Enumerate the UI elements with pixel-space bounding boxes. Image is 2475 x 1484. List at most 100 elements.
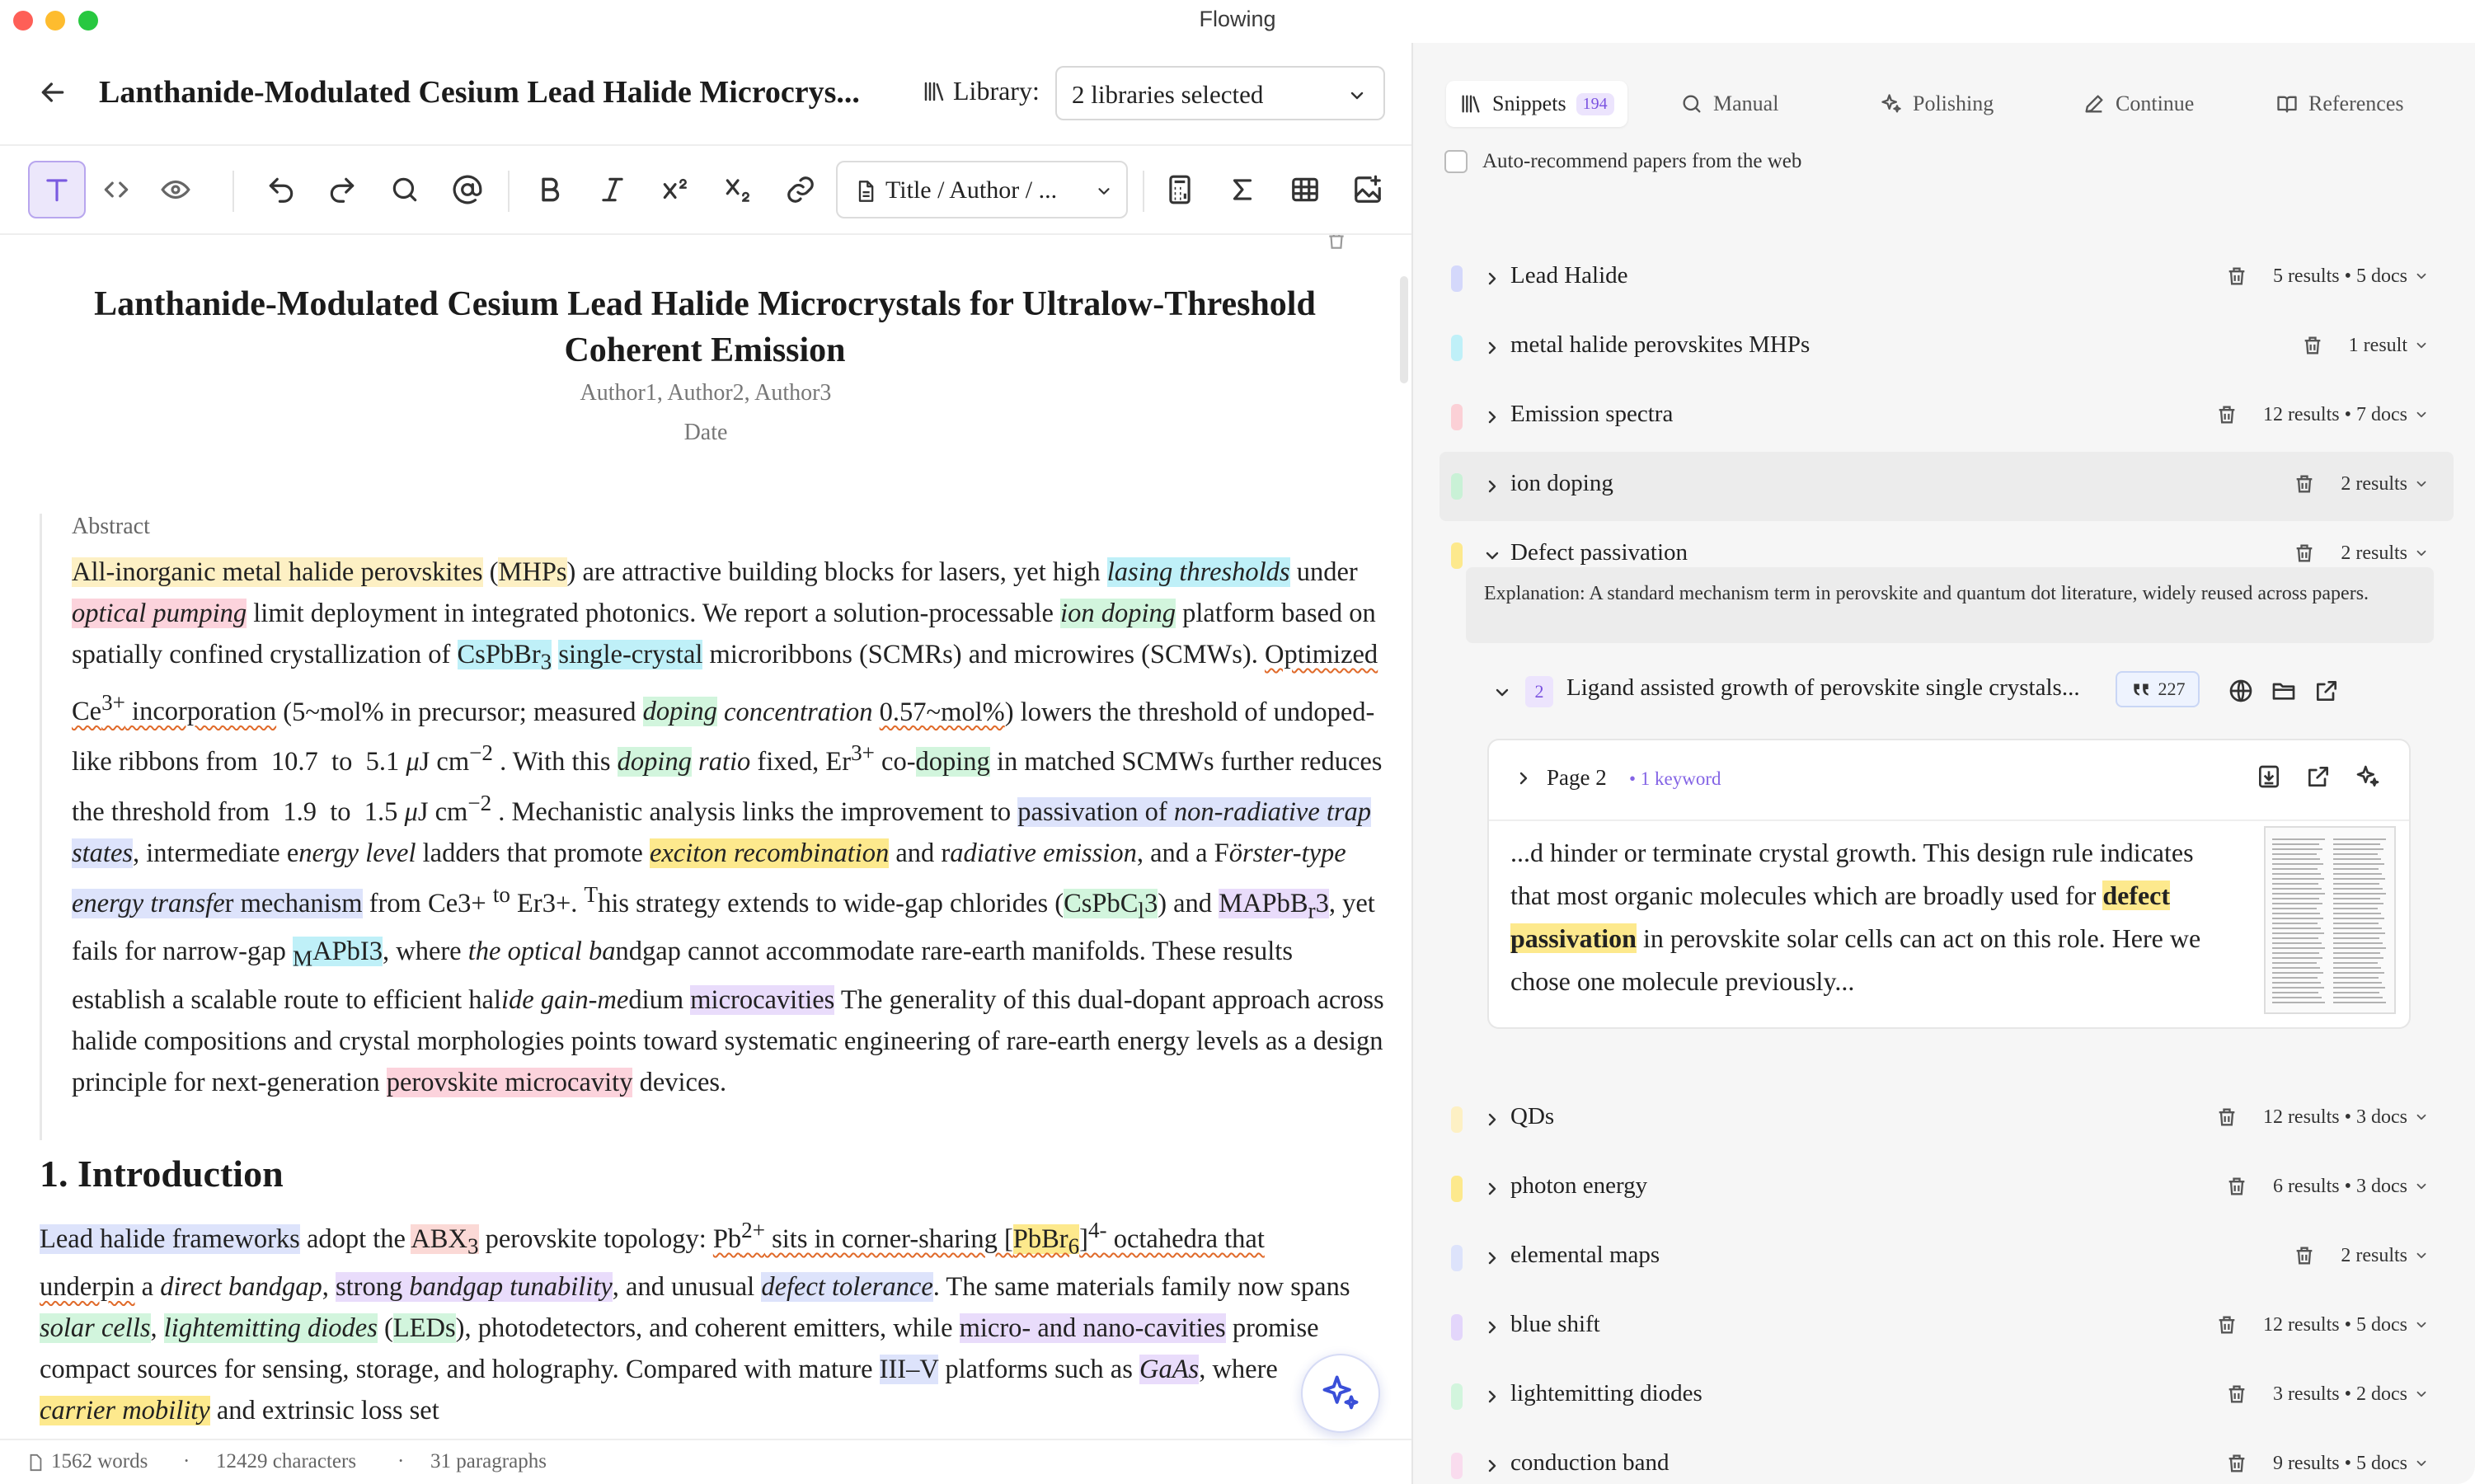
bold-button[interactable]	[521, 161, 579, 218]
mention-button[interactable]	[439, 161, 496, 218]
chevron-right-icon[interactable]	[1482, 1387, 1502, 1407]
link-button[interactable]	[772, 161, 829, 218]
auto-recommend-option[interactable]: Auto-recommend papers from the web	[1444, 150, 1801, 173]
keyword-meta[interactable]: 2 results	[2293, 542, 2429, 565]
keyword-meta[interactable]: 5 results • 5 docs	[2225, 265, 2429, 288]
chevron-right-icon[interactable]	[1482, 1179, 1502, 1199]
trash-icon[interactable]	[2225, 1452, 2248, 1475]
keyword-count: • 1 keyword	[1629, 768, 1721, 789]
keyword-row[interactable]: Lead Halide 5 results • 5 docs	[1439, 244, 2454, 313]
ai-assistant-button[interactable]	[1301, 1354, 1380, 1433]
keyword-meta[interactable]: 2 results	[2293, 1244, 2429, 1267]
trash-icon[interactable]	[2293, 472, 2316, 495]
search-button[interactable]	[376, 161, 434, 218]
keyword-row[interactable]: photon energy 6 results • 3 docs	[1439, 1154, 2454, 1223]
chevron-right-icon[interactable]	[1482, 477, 1502, 496]
insert-image-button[interactable]	[1339, 161, 1397, 218]
keyword-row[interactable]: QDs 12 results • 3 docs	[1439, 1085, 2454, 1154]
table-button[interactable]	[1276, 161, 1334, 218]
back-arrow-icon[interactable]	[36, 76, 69, 109]
keyword-meta[interactable]: 12 results • 5 docs	[2215, 1313, 2429, 1336]
formula-button[interactable]	[1214, 161, 1271, 218]
subscript-button[interactable]	[709, 161, 767, 218]
trash-icon[interactable]	[2225, 1383, 2248, 1406]
undo-button[interactable]	[252, 161, 310, 218]
chevron-right-icon[interactable]	[1482, 269, 1502, 289]
keyword-meta[interactable]: 3 results • 2 docs	[2225, 1383, 2429, 1406]
introduction-text[interactable]: Lead halide frameworks adopt the ABX3 pe…	[40, 1209, 1359, 1431]
paper-title: Ligand assisted growth of perovskite sin…	[1566, 674, 2080, 701]
snippet-text[interactable]: ...d hinder or terminate crystal growth.…	[1510, 831, 2228, 1003]
keyword-explanation: Explanation: A standard mechanism term i…	[1466, 567, 2434, 643]
snippet-card-header[interactable]: Page 2	[1514, 765, 1607, 791]
sparkle-icon	[1322, 1375, 1359, 1410]
keyword-meta[interactable]: 2 results	[2293, 472, 2429, 495]
folder-icon[interactable]	[2271, 678, 2297, 704]
keyword-row[interactable]: metal halide perovskites MHPs 1 result	[1439, 313, 2454, 383]
italic-button[interactable]	[584, 161, 641, 218]
insert-icon[interactable]	[2256, 763, 2282, 790]
trash-icon[interactable]	[2215, 1313, 2238, 1336]
auto-recommend-label: Auto-recommend papers from the web	[1482, 150, 1802, 172]
chevron-right-icon[interactable]	[1482, 338, 1502, 358]
trash-icon[interactable]	[2301, 334, 2324, 357]
keyword-row[interactable]: Emission spectra 12 results • 7 docs	[1439, 383, 2454, 452]
auto-recommend-checkbox[interactable]	[1444, 150, 1468, 173]
preview-mode-button[interactable]	[147, 161, 204, 218]
keyword-row[interactable]: conduction band 9 results • 5 docs	[1439, 1431, 2454, 1484]
page-thumbnail[interactable]	[2264, 826, 2396, 1014]
chevron-down-icon[interactable]	[1492, 683, 1512, 702]
chevron-right-icon[interactable]	[1482, 1317, 1502, 1337]
tab-manual[interactable]: Manual	[1667, 81, 1792, 127]
abstract-text[interactable]: All-inorganic metal halide perovskites (…	[72, 552, 1391, 1103]
chevron-down-icon[interactable]	[1482, 546, 1502, 566]
citation-count-badge[interactable]: 227	[2116, 671, 2200, 707]
globe-icon[interactable]	[2228, 678, 2254, 704]
trash-icon[interactable]	[1326, 235, 1347, 251]
chevron-right-icon[interactable]	[1482, 1110, 1502, 1129]
keyword-meta[interactable]: 1 result	[2301, 334, 2429, 357]
sparkle-icon[interactable]	[2355, 763, 2381, 790]
keyword-name: blue shift	[1510, 1311, 1600, 1337]
superscript-button[interactable]	[646, 161, 704, 218]
keyword-meta[interactable]: 6 results • 3 docs	[2225, 1175, 2429, 1198]
block-format-select[interactable]: Title / Author / ...	[836, 161, 1128, 218]
trash-icon[interactable]	[2293, 542, 2316, 565]
keyword-meta[interactable]: 12 results • 7 docs	[2215, 403, 2429, 426]
keyword-row[interactable]: elemental maps 2 results	[1439, 1223, 2454, 1293]
trash-icon[interactable]	[2225, 265, 2248, 288]
paper-result-row[interactable]: 2 Ligand assisted growth of perovskite s…	[1487, 660, 2434, 726]
keyword-meta[interactable]: 12 results • 3 docs	[2215, 1106, 2429, 1129]
page-thumbnail-image	[2266, 828, 2394, 1012]
tab-continue[interactable]: Continue	[2069, 81, 2207, 127]
trash-icon[interactable]	[2293, 1244, 2316, 1267]
library-select[interactable]: 2 libraries selected	[1055, 66, 1385, 120]
tab-references[interactable]: References	[2262, 81, 2416, 127]
trash-icon[interactable]	[2215, 1106, 2238, 1129]
italic-icon	[602, 177, 623, 202]
chevron-right-icon[interactable]	[1482, 407, 1502, 427]
editor-header: Lanthanide-Modulated Cesium Lead Halide …	[0, 43, 1411, 144]
trash-icon[interactable]	[2215, 403, 2238, 426]
chevron-right-icon[interactable]	[1514, 768, 1533, 788]
calculator-button[interactable]	[1151, 161, 1209, 218]
tab-polishing[interactable]: Polishing	[1867, 81, 2007, 127]
chevron-right-icon[interactable]	[1482, 1248, 1502, 1268]
chevron-right-icon[interactable]	[1482, 1456, 1502, 1476]
redo-button[interactable]	[313, 161, 371, 218]
trash-icon[interactable]	[2225, 1175, 2248, 1198]
document-body[interactable]: Lanthanide-Modulated Cesium Lead Halide …	[0, 235, 1411, 1439]
bold-icon	[542, 177, 560, 202]
keyword-color-swatch	[1451, 1106, 1463, 1133]
external-link-icon[interactable]	[2313, 678, 2340, 704]
code-mode-button[interactable]	[87, 161, 145, 218]
keyword-row[interactable]: ion doping 2 results	[1439, 452, 2454, 521]
editor-scrollbar[interactable]	[1400, 276, 1408, 383]
keyword-row[interactable]: blue shift 12 results • 5 docs	[1439, 1293, 2454, 1362]
text-mode-button[interactable]	[28, 161, 86, 218]
tab-snippets[interactable]: Snippets 194	[1446, 81, 1627, 127]
keyword-meta[interactable]: 9 results • 5 docs	[2225, 1452, 2429, 1475]
keyword-row[interactable]: lightemitting diodes 3 results • 2 docs	[1439, 1362, 2454, 1431]
external-link-icon[interactable]	[2305, 763, 2332, 790]
library-label: Library:	[953, 76, 1040, 106]
